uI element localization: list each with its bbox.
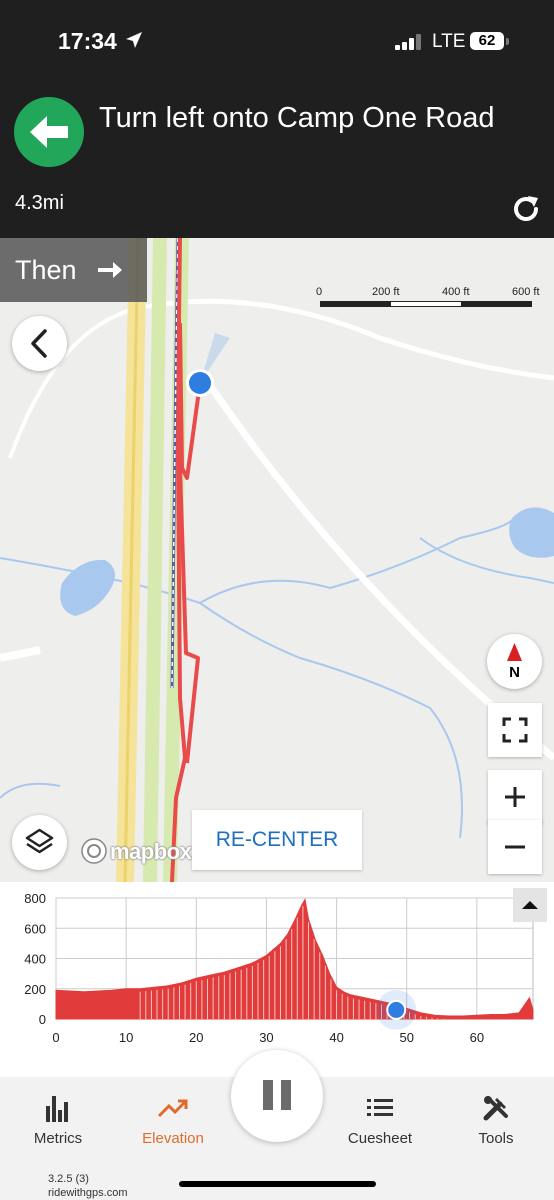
- turn-direction-badge: [14, 97, 84, 167]
- elevation-chart[interactable]: 0 200 400 600 800 0 10 20 30 40 50 60: [0, 882, 554, 1077]
- y-tick-label: 800: [24, 891, 46, 906]
- tab-elevation[interactable]: Elevation: [113, 1077, 233, 1157]
- tab-metrics[interactable]: Metrics: [0, 1077, 118, 1157]
- list-icon: [367, 1099, 393, 1116]
- bar-chart-icon: [46, 1096, 68, 1122]
- collapse-chart-button[interactable]: [513, 888, 547, 922]
- compass-button[interactable]: N: [487, 634, 542, 689]
- position-marker: [388, 1001, 405, 1018]
- x-tick-label: 60: [470, 1030, 484, 1045]
- status-bar: 17:34 LTE 62: [0, 0, 554, 80]
- compass-north-label: N: [509, 664, 520, 681]
- home-indicator: [179, 1181, 376, 1187]
- lake: [509, 507, 554, 558]
- y-tick-label: 600: [24, 921, 46, 936]
- x-tick-label: 50: [400, 1030, 414, 1045]
- tab-label: Tools: [478, 1130, 514, 1147]
- layers-icon: [25, 828, 54, 854]
- carrier-label: LTE: [432, 31, 466, 52]
- x-tick-label: 10: [119, 1030, 133, 1045]
- y-tick-label: 400: [24, 952, 46, 967]
- minus-icon: [505, 845, 525, 849]
- tab-label: Cuesheet: [347, 1130, 413, 1147]
- fullscreen-button[interactable]: [488, 703, 542, 757]
- mapbox-attribution: mapbox: [110, 839, 192, 864]
- y-tick-label: 200: [24, 982, 46, 997]
- tab-label: Metrics: [33, 1130, 83, 1147]
- map-view[interactable]: [0, 238, 554, 882]
- pause-icon: [263, 1080, 291, 1110]
- map-canvas[interactable]: [0, 238, 554, 882]
- tab-cuesheet[interactable]: Cuesheet: [320, 1077, 440, 1157]
- map-scale: 0 200 ft 400 ft 600 ft: [316, 286, 554, 316]
- x-tick-label: 20: [189, 1030, 203, 1045]
- scale-label: 400 ft: [442, 286, 470, 298]
- greenway: [143, 238, 167, 882]
- x-tick-label: 0: [52, 1030, 59, 1045]
- plus-icon: [505, 787, 525, 807]
- tools-icon: [483, 1096, 508, 1121]
- distance-to-turn: 4.3mi: [15, 192, 64, 214]
- back-button[interactable]: [12, 316, 67, 371]
- y-tick-label: 0: [39, 1012, 46, 1027]
- then-label: Then: [15, 255, 77, 285]
- road: [0, 646, 41, 662]
- version-number: 3.2.5 (3): [48, 1173, 89, 1185]
- scale-segment: [462, 301, 532, 307]
- x-tick-label: 40: [329, 1030, 343, 1045]
- lake: [60, 559, 115, 616]
- map-layers-button[interactable]: [12, 815, 67, 870]
- current-location-dot: [189, 372, 211, 394]
- scale-segment: [390, 301, 462, 307]
- scale-label: 200 ft: [372, 286, 400, 298]
- trend-line-icon: [157, 1099, 188, 1118]
- elevation-panel[interactable]: 0 200 400 600 800 0 10 20 30 40 50 60: [0, 882, 554, 1077]
- scale-segment: [320, 301, 390, 307]
- location-arrow-icon: [126, 32, 142, 48]
- next-maneuver-banner: Then: [0, 238, 147, 302]
- battery-indicator: 62: [470, 32, 504, 50]
- stream: [0, 782, 61, 799]
- compass-icon: [507, 643, 522, 661]
- site-label: ridewithgps.com: [48, 1187, 128, 1199]
- caret-up-icon: [522, 901, 538, 909]
- tab-tools[interactable]: Tools: [436, 1077, 554, 1157]
- fullscreen-icon: [502, 717, 528, 743]
- status-time: 17:34: [58, 28, 117, 54]
- arrow-left-icon: [30, 116, 68, 148]
- arrow-right-icon: [98, 262, 122, 278]
- battery-nub: [506, 38, 509, 45]
- cellular-signal-icon: [395, 34, 425, 50]
- scale-label: 0: [316, 286, 323, 298]
- turn-instruction: Turn left onto Camp One Road: [99, 102, 495, 134]
- x-tick-label: 30: [259, 1030, 273, 1045]
- pause-button[interactable]: [231, 1050, 323, 1142]
- road: [202, 376, 554, 761]
- app-version: 3.2.5 (3) ridewithgps.com: [48, 1172, 127, 1200]
- chevron-left-icon: [31, 329, 47, 358]
- recenter-button[interactable]: RE-CENTER: [192, 810, 362, 870]
- reroute-icon[interactable]: [510, 193, 542, 225]
- mapbox-logo-icon: [81, 838, 107, 864]
- zoom-out-button[interactable]: [488, 820, 542, 874]
- zoom-in-button[interactable]: [488, 770, 542, 824]
- tab-label: Elevation: [142, 1130, 204, 1147]
- scale-label: 600 ft: [512, 286, 540, 298]
